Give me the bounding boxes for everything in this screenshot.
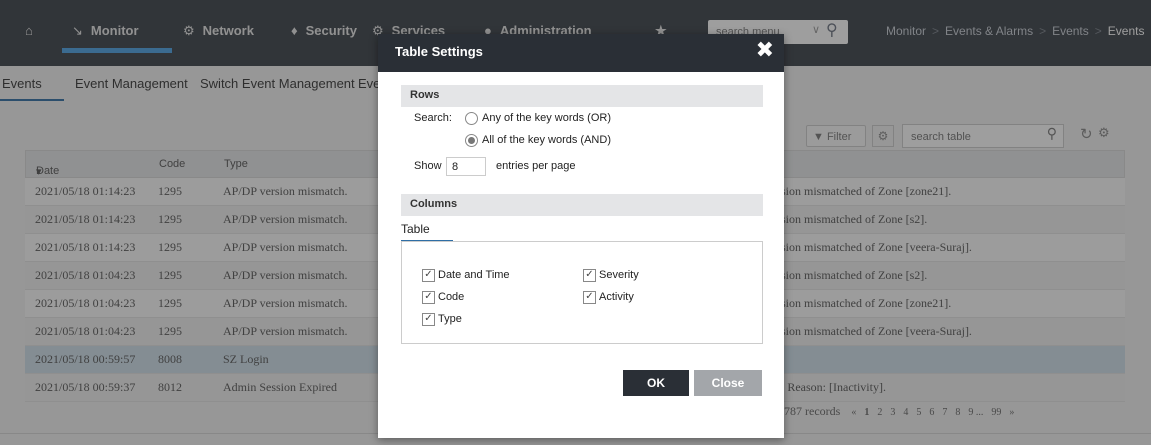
close-button[interactable]: Close [694,370,762,396]
close-icon[interactable]: ✖ [756,38,774,63]
radio-or-label[interactable]: Any of the key words (OR) [482,112,611,124]
column-label[interactable]: Type [438,313,462,325]
column-label[interactable]: Severity [599,269,639,281]
column-label[interactable]: Code [438,291,464,303]
ok-button[interactable]: OK [623,370,689,396]
column-label[interactable]: Activity [599,291,634,303]
rows-section-header: Rows [401,85,763,107]
entries-per-page-input[interactable] [446,157,486,176]
search-label: Search: [414,112,452,124]
columns-list: ✓ Date and Time ✓ Severity ✓ Code ✓ Acti… [401,241,763,344]
columns-section-header: Columns [401,194,763,216]
radio-or[interactable] [465,112,478,125]
checkbox-activity[interactable]: ✓ [583,291,596,304]
table-settings-dialog: Table Settings ✖ Rows Search: Any of the… [378,34,784,438]
radio-and-label[interactable]: All of the key words (AND) [482,134,611,146]
dialog-title: Table Settings [395,44,483,59]
columns-tab-table[interactable]: Table [401,222,430,236]
per-page-label: entries per page [496,160,576,172]
checkbox-code[interactable]: ✓ [422,291,435,304]
dialog-header: Table Settings ✖ [378,34,784,72]
radio-and[interactable] [465,134,478,147]
checkbox-date-time[interactable]: ✓ [422,269,435,282]
checkbox-type[interactable]: ✓ [422,313,435,326]
column-label[interactable]: Date and Time [438,269,510,281]
checkbox-severity[interactable]: ✓ [583,269,596,282]
show-label: Show [414,160,442,172]
